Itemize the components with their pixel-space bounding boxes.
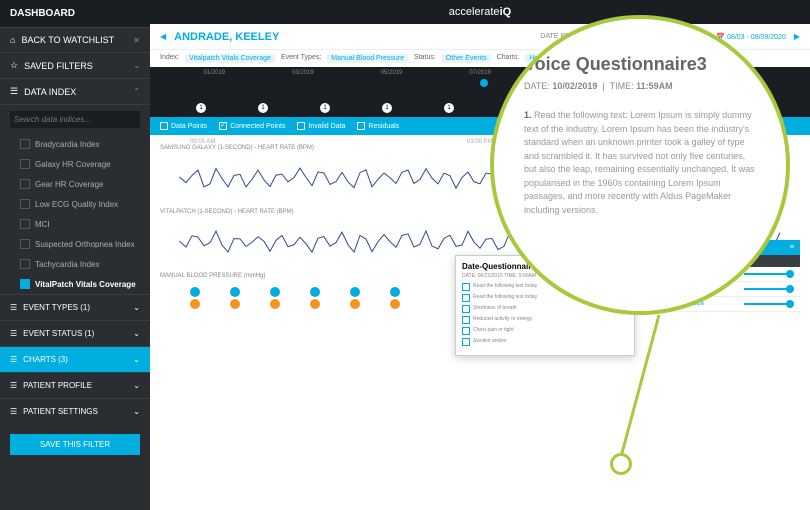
category-item[interactable]: ☰CHARTS (3)⌄ — [0, 346, 150, 372]
zoom-callout: Voice Questionnaire3 DATE: 10/02/2019 | … — [490, 15, 790, 315]
category-item[interactable]: ☰PATIENT PROFILE⌄ — [0, 372, 150, 398]
zoom-body: 1. Read the following text: Lorem Ipsum … — [524, 109, 756, 217]
index-item[interactable]: Galaxy HR Coverage — [0, 154, 150, 174]
bp-systolic-dot[interactable] — [270, 287, 280, 297]
zoom-meta: DATE: 10/02/2019 | TIME: 11:59AM — [524, 81, 756, 91]
timeline-dot[interactable]: 1 — [444, 103, 454, 113]
zoom-title: Voice Questionnaire3 — [524, 54, 756, 75]
bp-systolic-dot[interactable] — [390, 287, 400, 297]
timeline-dot[interactable]: 1 — [320, 103, 330, 113]
bp-diastolic-dot[interactable] — [270, 299, 280, 309]
timeline-dot[interactable]: 1 — [382, 103, 392, 113]
size-slider[interactable] — [744, 273, 794, 275]
star-icon: ☆ — [10, 60, 18, 71]
patient-name: ANDRADE, KEELEY — [174, 31, 279, 43]
category-item[interactable]: ☰PATIENT SETTINGS⌄ — [0, 398, 150, 424]
index-item[interactable]: MCI — [0, 214, 150, 234]
bp-systolic-dot[interactable] — [310, 287, 320, 297]
bp-systolic-dot[interactable] — [190, 287, 200, 297]
index-item[interactable]: Low ECG Quality Index — [0, 194, 150, 214]
timeline-dot[interactable]: 1 — [258, 103, 268, 113]
date-range[interactable]: 📅 08/03 - 08/09/2020 — [716, 33, 785, 41]
tag-index[interactable]: Vitalpatch Vitals Coverage — [185, 54, 275, 63]
control-checkbox[interactable]: Data Points — [160, 122, 207, 130]
search-input[interactable] — [10, 111, 140, 128]
category-item[interactable]: ☰EVENT STATUS (1)⌄ — [0, 320, 150, 346]
bp-systolic-dot[interactable] — [230, 287, 240, 297]
sidebar: DASHBOARD ⌂ BACK TO WATCHLIST ✕ ☆ SAVED … — [0, 0, 150, 510]
back-to-watchlist[interactable]: ⌂ BACK TO WATCHLIST ✕ — [0, 28, 150, 53]
tag-status[interactable]: Other Events — [442, 54, 491, 63]
saved-filters[interactable]: ☆ SAVED FILTERS ⌄ — [0, 53, 150, 79]
popup-question[interactable]: Reduced activity or energy — [462, 316, 628, 324]
tag-types[interactable]: Manual Blood Pressure — [327, 54, 408, 63]
size-slider[interactable] — [744, 303, 794, 305]
control-checkbox[interactable]: Invalid Data — [297, 122, 345, 130]
timeline-dot[interactable]: 1 — [196, 103, 206, 113]
category-item[interactable]: ☰EVENT TYPES (1)⌄ — [0, 294, 150, 320]
sliders-icon: ☰ — [10, 86, 18, 97]
timeline-marker[interactable] — [480, 79, 488, 87]
chevron-down-icon: ⌄ — [133, 61, 140, 70]
layers-icon[interactable]: ≡ — [790, 244, 794, 251]
index-item[interactable]: Tachycardia Index — [0, 254, 150, 274]
index-item[interactable]: VitalPatch Vitals Coverage — [0, 274, 150, 294]
bp-diastolic-dot[interactable] — [230, 299, 240, 309]
data-index-header[interactable]: ☰ DATA INDEX ⌃ — [0, 79, 150, 105]
chevron-right-icon[interactable]: ▶ — [794, 32, 800, 41]
home-icon: ⌂ — [10, 35, 15, 45]
callout-ring — [610, 453, 632, 475]
popup-question[interactable]: Chest pain or tight — [462, 327, 628, 335]
control-checkbox[interactable]: Residuals — [357, 122, 399, 130]
bp-diastolic-dot[interactable] — [390, 299, 400, 309]
save-filter-button[interactable]: SAVE THIS FILTER — [10, 434, 140, 455]
sidebar-title: DASHBOARD — [0, 0, 150, 28]
popup-question[interactable]: Swollen ankles — [462, 338, 628, 346]
search-wrap — [0, 105, 150, 134]
index-item[interactable]: Gear HR Coverage — [0, 174, 150, 194]
index-item[interactable]: Suspected Orthopnea Index — [0, 234, 150, 254]
close-icon[interactable]: ✕ — [133, 36, 140, 45]
bp-diastolic-dot[interactable] — [350, 299, 360, 309]
chevron-up-icon: ⌃ — [133, 87, 140, 96]
control-checkbox[interactable]: Connected Points — [219, 122, 285, 130]
bp-systolic-dot[interactable] — [350, 287, 360, 297]
bp-diastolic-dot[interactable] — [310, 299, 320, 309]
index-item[interactable]: Bradycardia Index — [0, 134, 150, 154]
size-slider[interactable] — [744, 288, 794, 290]
bp-diastolic-dot[interactable] — [190, 299, 200, 309]
chevron-left-icon[interactable]: ◀ — [160, 32, 166, 41]
brand-bar: accelerateiQ — [150, 0, 810, 24]
